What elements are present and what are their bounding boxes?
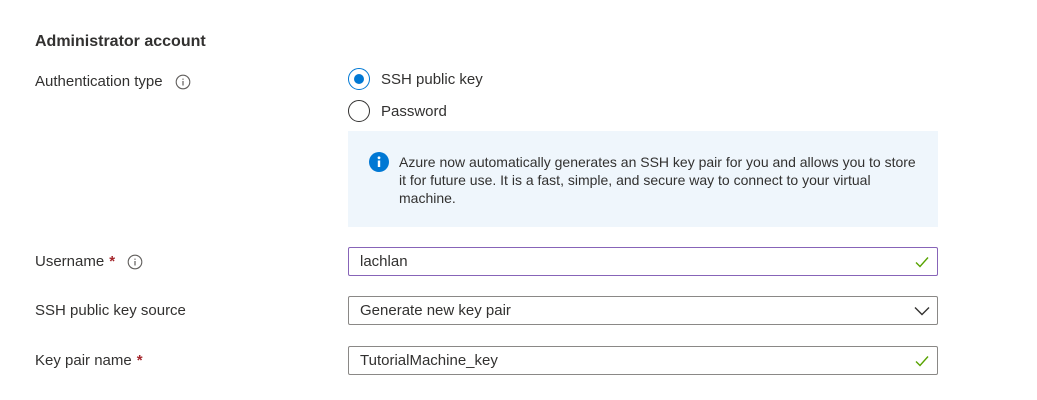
auth-type-label-row: Authentication type bbox=[35, 73, 191, 90]
key-pair-name-input[interactable]: TutorialMachine_key bbox=[348, 346, 938, 375]
checkmark-icon bbox=[907, 355, 937, 367]
ssh-source-label: SSH public key source bbox=[35, 302, 186, 319]
radio-password-label: Password bbox=[381, 102, 447, 120]
info-filled-icon bbox=[369, 152, 389, 172]
chevron-down-icon[interactable] bbox=[907, 306, 937, 316]
username-label-row: Username * bbox=[35, 253, 143, 270]
ssh-source-label-row: SSH public key source bbox=[35, 302, 186, 319]
required-asterisk: * bbox=[109, 253, 116, 270]
info-icon[interactable] bbox=[127, 254, 143, 270]
required-asterisk: * bbox=[136, 352, 143, 369]
info-message-text: Azure now automatically generates an SSH… bbox=[399, 154, 916, 206]
username-label: Username bbox=[35, 253, 105, 270]
auth-type-label: Authentication type bbox=[35, 73, 163, 90]
ssh-source-dropdown[interactable]: Generate new key pair bbox=[348, 296, 938, 325]
radio-checked-icon[interactable] bbox=[348, 68, 370, 90]
username-input[interactable]: lachlan bbox=[348, 247, 938, 276]
key-pair-value: TutorialMachine_key bbox=[360, 352, 498, 369]
key-pair-label-row: Key pair name * bbox=[35, 352, 143, 369]
radio-unchecked-icon[interactable] bbox=[348, 100, 370, 122]
radio-password[interactable]: Password bbox=[348, 100, 447, 122]
username-value: lachlan bbox=[360, 253, 408, 270]
checkmark-icon bbox=[907, 256, 937, 268]
info-message-bar: Azure now automatically generates an SSH… bbox=[348, 131, 938, 227]
radio-ssh-label: SSH public key bbox=[381, 70, 483, 88]
ssh-source-value: Generate new key pair bbox=[360, 302, 511, 319]
radio-ssh-public-key[interactable]: SSH public key bbox=[348, 68, 483, 90]
info-icon[interactable] bbox=[175, 74, 191, 90]
section-title: Administrator account bbox=[35, 33, 206, 50]
key-pair-label: Key pair name bbox=[35, 352, 132, 369]
